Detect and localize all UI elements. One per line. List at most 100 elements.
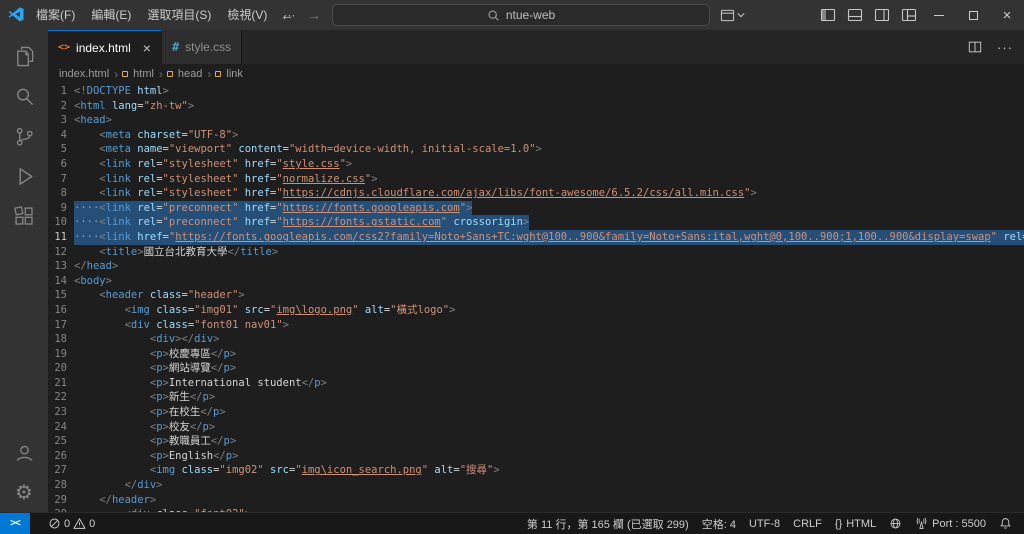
maximize-button[interactable]	[956, 0, 990, 30]
code-line[interactable]: 9 ····<link rel="preconnect" href="https:…	[48, 200, 1024, 216]
split-editor-icon[interactable]	[962, 30, 988, 64]
remote-indicator[interactable]: ><	[0, 512, 30, 534]
code-line-content: <p>新生</p>	[149, 391, 216, 404]
code-line[interactable]: 20 <p>網站導覽</p>	[48, 361, 1024, 376]
run-debug-icon[interactable]	[0, 156, 48, 196]
back-icon[interactable]: ←	[278, 7, 296, 23]
line-number: 19	[54, 347, 67, 360]
tab-style-css[interactable]: # style.css	[161, 30, 243, 64]
account-icon[interactable]	[0, 432, 48, 472]
symbol-icon	[215, 71, 222, 77]
code-line[interactable]: 2 <html lang="zh-tw">	[48, 99, 1024, 114]
browser-preview-icon[interactable]	[889, 517, 902, 530]
toggle-primary-sidebar-icon[interactable]	[814, 0, 841, 30]
indentation-setting[interactable]: 空格: 4	[702, 516, 736, 532]
code-line[interactable]: 22 <p>新生</p>	[48, 390, 1024, 405]
code-line[interactable]: 17 <div class="font01 nav01">	[48, 318, 1024, 333]
code-line[interactable]: 19 <p>校慶專區</p>	[48, 347, 1024, 362]
code-line[interactable]: 26 <p>English</p>	[48, 449, 1024, 464]
settings-gear-icon[interactable]: ⚙	[0, 472, 48, 512]
code-line[interactable]: 16 <img class="img01" src="img\logo.png"…	[48, 303, 1024, 318]
menu-file[interactable]: 檔案(F)	[28, 0, 83, 30]
chevron-down-icon	[737, 13, 745, 18]
search-view-icon[interactable]	[0, 76, 48, 116]
line-number: 3	[60, 114, 67, 127]
minimize-button[interactable]	[922, 0, 956, 30]
breadcrumb-file[interactable]: index.html	[58, 68, 110, 80]
code-line[interactable]: 12 <title>國立台北教育大學</title>	[48, 245, 1024, 260]
code-line[interactable]: 5 <meta name="viewport" content="width=d…	[48, 142, 1024, 157]
code-line-content: <body>	[74, 274, 112, 287]
code-line[interactable]: 27 <img class="img02" src="img\icon_sear…	[48, 463, 1024, 478]
code-line[interactable]: 21 <p>International student</p>	[48, 376, 1024, 391]
code-line[interactable]: 15 <header class="header">	[48, 288, 1024, 303]
line-number: 6	[60, 157, 67, 170]
code-line-content: <header class="header">	[99, 289, 245, 302]
line-number: 24	[54, 420, 67, 433]
warning-count: 0	[89, 517, 96, 530]
language-mode[interactable]: {} HTML	[835, 518, 876, 530]
cursor-position[interactable]: 第 11 行，第 165 欄 (已選取 299)	[527, 516, 689, 532]
extensions-icon[interactable]	[0, 196, 48, 236]
code-line[interactable]: 1 <!DOCTYPE html>	[48, 84, 1024, 99]
code-line[interactable]: 8 <link rel="stylesheet" href="https://c…	[48, 186, 1024, 201]
menu-edit[interactable]: 編輯(E)	[83, 0, 139, 30]
code-line[interactable]: 10 ····<link rel="preconnect" href="https…	[48, 215, 1024, 230]
source-control-icon[interactable]	[0, 116, 48, 156]
code-line[interactable]: 23 <p>在校生</p>	[48, 405, 1024, 420]
warning-icon	[73, 518, 86, 529]
eol-setting[interactable]: CRLF	[793, 518, 822, 530]
line-number: 14	[54, 274, 67, 287]
code-line-content: ····<link rel="preconnect" href="https:/…	[74, 200, 473, 216]
code-line-content: <link rel="stylesheet" href="normalize.c…	[99, 172, 378, 185]
breadcrumb-html[interactable]: html	[132, 68, 155, 80]
toggle-panel-icon[interactable]	[841, 0, 868, 30]
live-server-port[interactable]: Port : 5500	[915, 517, 986, 530]
html-file-icon: <>	[58, 42, 71, 53]
code-line-content: </div>	[124, 479, 163, 492]
code-line[interactable]: 25 <p>教職員工</p>	[48, 434, 1024, 449]
code-editor[interactable]: 1 <!DOCTYPE html> 2 <html lang="zh-tw"> 3 <he…	[48, 84, 1024, 512]
code-line-content: <p>教職員工</p>	[149, 435, 237, 448]
code-line[interactable]: 18 <div></div>	[48, 332, 1024, 347]
command-center-search[interactable]: ntue-web	[332, 4, 710, 26]
problems-indicator[interactable]: 0 0	[48, 517, 95, 530]
code-line[interactable]: 29 </header>	[48, 493, 1024, 508]
close-icon[interactable]: ×	[143, 40, 151, 56]
editor-actions: ···	[962, 30, 1024, 64]
open-new-window-icon[interactable]	[719, 0, 746, 30]
radio-tower-icon	[916, 517, 927, 529]
search-icon	[487, 9, 500, 22]
code-line-content: <div></div>	[149, 333, 220, 346]
close-button[interactable]: ×	[990, 0, 1024, 30]
code-line[interactable]: 3 <head>	[48, 113, 1024, 128]
code-line[interactable]: 14 <body>	[48, 274, 1024, 289]
vscode-logo-icon	[8, 7, 24, 23]
code-line[interactable]: 24 <p>校友</p>	[48, 420, 1024, 435]
code-line[interactable]: 4 <meta charset="UTF-8">	[48, 128, 1024, 143]
code-line[interactable]: 6 <link rel="stylesheet" href="style.css…	[48, 157, 1024, 172]
code-lines: 1 <!DOCTYPE html> 2 <html lang="zh-tw"> 3 <he…	[48, 84, 1024, 512]
toggle-secondary-sidebar-icon[interactable]	[868, 0, 895, 30]
encoding-setting[interactable]: UTF-8	[749, 518, 780, 530]
line-number: 23	[54, 406, 67, 419]
notifications-bell-icon[interactable]	[999, 517, 1012, 530]
code-line-content: <link rel="stylesheet" href="style.css">	[99, 157, 353, 170]
more-actions-icon[interactable]: ···	[992, 30, 1018, 64]
code-line-content: <p>International student</p>	[149, 376, 327, 389]
code-line-content: <head>	[74, 114, 112, 127]
code-line[interactable]: 11 ····<link href="https://fonts.googleap…	[48, 229, 1024, 245]
code-line[interactable]: 13 </head>	[48, 259, 1024, 274]
breadcrumb-link[interactable]: link	[225, 68, 244, 80]
window-controls: ×	[814, 0, 1024, 30]
menu-view[interactable]: 檢視(V)	[219, 0, 275, 30]
code-line[interactable]: 7 <link rel="stylesheet" href="normalize…	[48, 172, 1024, 187]
code-line[interactable]: 28 </div>	[48, 478, 1024, 493]
breadcrumb-head[interactable]: head	[177, 68, 203, 80]
code-line-content: <p>校慶專區</p>	[149, 347, 237, 360]
tab-index-html[interactable]: <> index.html ×	[48, 30, 162, 64]
menu-selection[interactable]: 選取項目(S)	[139, 0, 219, 30]
customize-layout-icon[interactable]	[895, 0, 922, 30]
explorer-icon[interactable]	[0, 36, 48, 76]
forward-icon[interactable]: →	[305, 7, 323, 23]
